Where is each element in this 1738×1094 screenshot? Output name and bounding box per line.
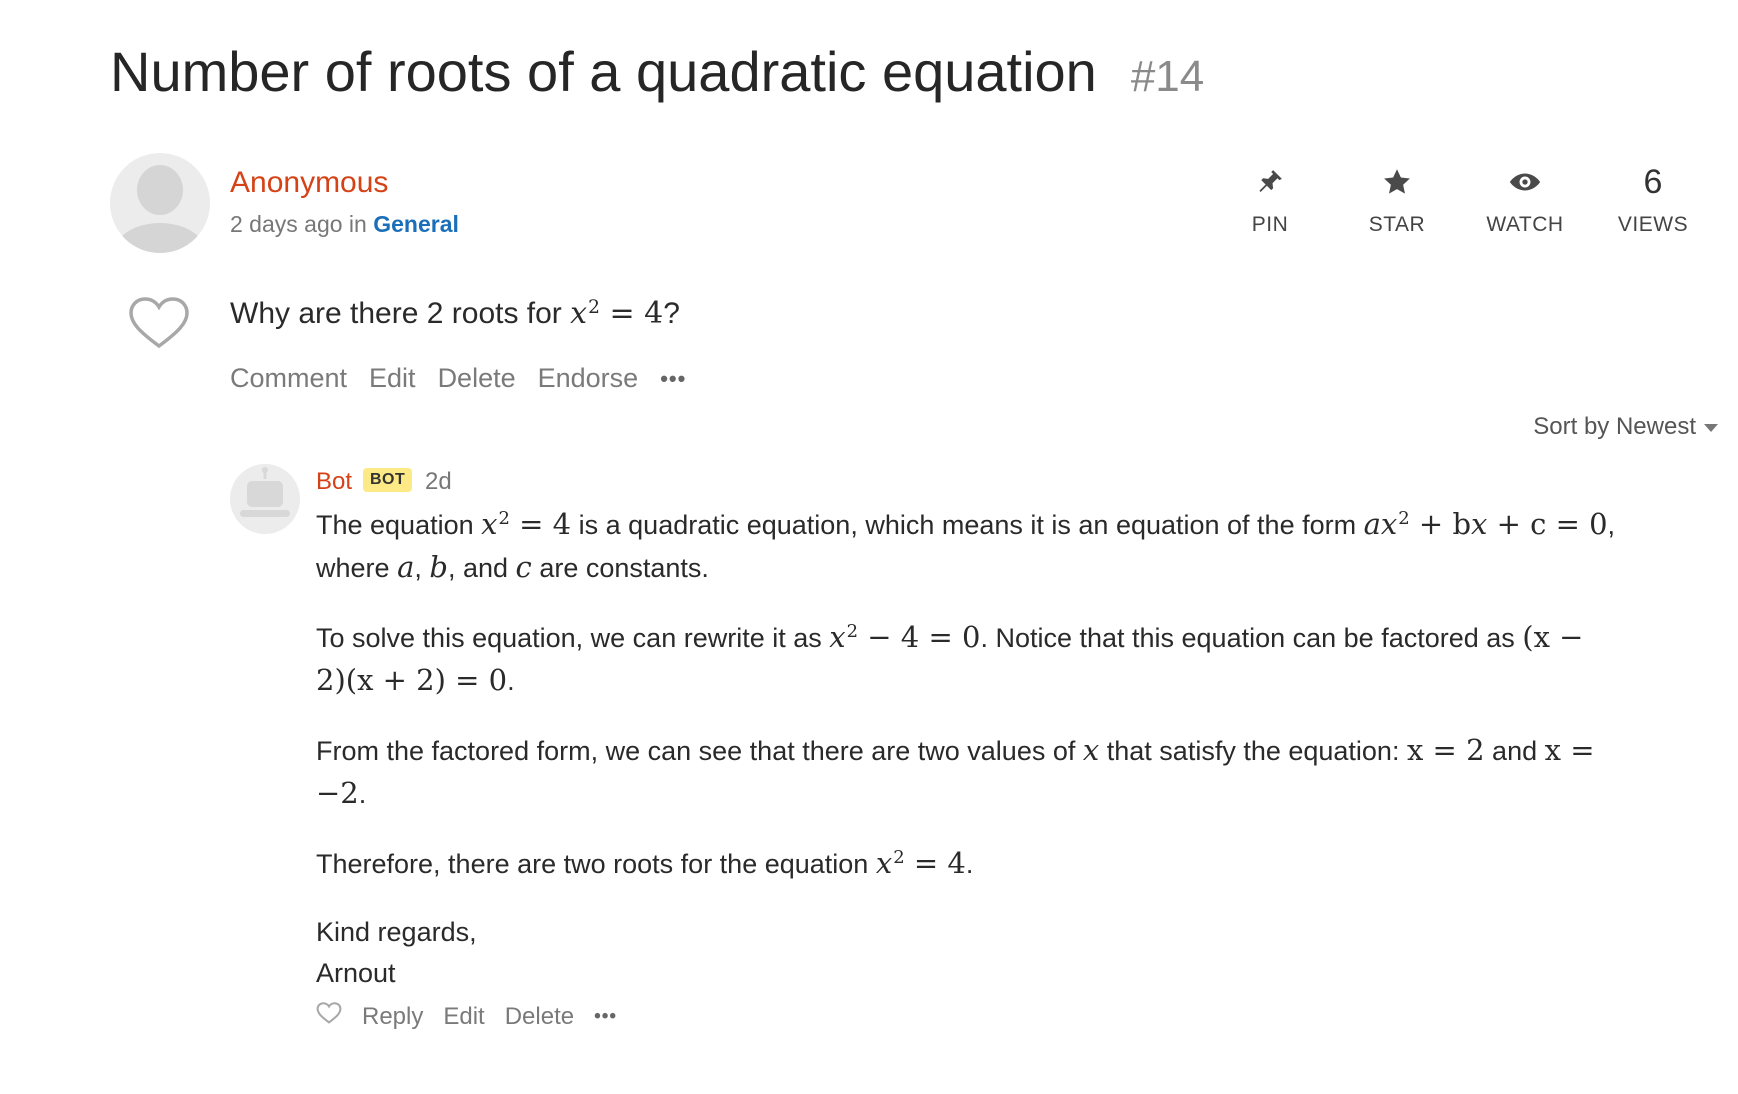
- reply-time: 2d: [425, 468, 452, 495]
- star-icon: [1337, 164, 1457, 200]
- like-heart-icon[interactable]: [316, 1002, 342, 1031]
- robot-icon: [240, 467, 290, 517]
- author-avatar: [110, 153, 210, 253]
- post-in-text: in: [348, 211, 367, 237]
- delete-button[interactable]: Delete: [505, 1003, 574, 1031]
- reply-signoff: Kind regards, Arnout: [316, 917, 477, 988]
- thread-number: #14: [1130, 52, 1205, 101]
- watch-button[interactable]: WATCH: [1465, 164, 1585, 237]
- endorse-button[interactable]: Endorse: [538, 363, 639, 394]
- reply-button[interactable]: Reply: [362, 1003, 423, 1031]
- bot-avatar: [230, 464, 300, 534]
- question-math: x2 = 4: [570, 296, 664, 331]
- reply-paragraph: From the factored form, we can see that …: [316, 733, 1595, 810]
- reply-paragraph: To solve this equation, we can rewrite i…: [316, 620, 1584, 697]
- star-label: STAR: [1368, 213, 1426, 236]
- like-heart-icon[interactable]: [128, 296, 190, 355]
- more-options-icon[interactable]: •••: [660, 366, 686, 392]
- views-count: 6: [1643, 163, 1663, 201]
- pin-icon: [1210, 164, 1330, 200]
- post-meta: 2 days ago in General: [230, 211, 459, 238]
- comment-button[interactable]: Comment: [230, 363, 347, 394]
- eye-icon: [1465, 164, 1585, 200]
- sort-label: Sort by Newest: [1533, 413, 1696, 440]
- pin-label: PIN: [1251, 213, 1289, 236]
- views-label: VIEWS: [1617, 213, 1689, 236]
- post-time: 2 days ago: [230, 211, 343, 237]
- page-title: Number of roots of a quadratic equation #…: [110, 38, 1204, 105]
- thread-title: Number of roots of a quadratic equation: [110, 40, 1097, 103]
- caret-down-icon: [1704, 423, 1718, 432]
- more-options-icon[interactable]: •••: [594, 1006, 617, 1028]
- category-link[interactable]: General: [373, 211, 459, 237]
- reply-body: The equation x2 = 4 is a quadratic equat…: [316, 503, 1716, 1021]
- pin-button[interactable]: PIN: [1210, 164, 1330, 237]
- question-end: ?: [663, 297, 680, 330]
- star-button[interactable]: STAR: [1337, 164, 1457, 237]
- delete-button[interactable]: Delete: [438, 363, 516, 394]
- question-text: Why are there 2 roots for: [230, 297, 562, 330]
- question-actions: Comment Edit Delete Endorse •••: [230, 363, 708, 394]
- question-body: Why are there 2 roots for x2 = 4?: [230, 296, 680, 331]
- watch-label: WATCH: [1486, 213, 1564, 236]
- reply-paragraph: The equation x2 = 4 is a quadratic equat…: [316, 507, 1616, 584]
- edit-button[interactable]: Edit: [369, 363, 416, 394]
- bot-badge: BOT: [363, 468, 413, 492]
- reply-paragraph: Therefore, there are two roots for the e…: [316, 846, 974, 880]
- views-stat: 6 VIEWS: [1593, 164, 1713, 237]
- reply-actions: Reply Edit Delete •••: [316, 1002, 637, 1031]
- edit-button[interactable]: Edit: [443, 1003, 484, 1031]
- reply-author[interactable]: Bot: [316, 468, 352, 496]
- sort-dropdown[interactable]: Sort by Newest: [1533, 413, 1718, 441]
- author-name[interactable]: Anonymous: [230, 166, 388, 200]
